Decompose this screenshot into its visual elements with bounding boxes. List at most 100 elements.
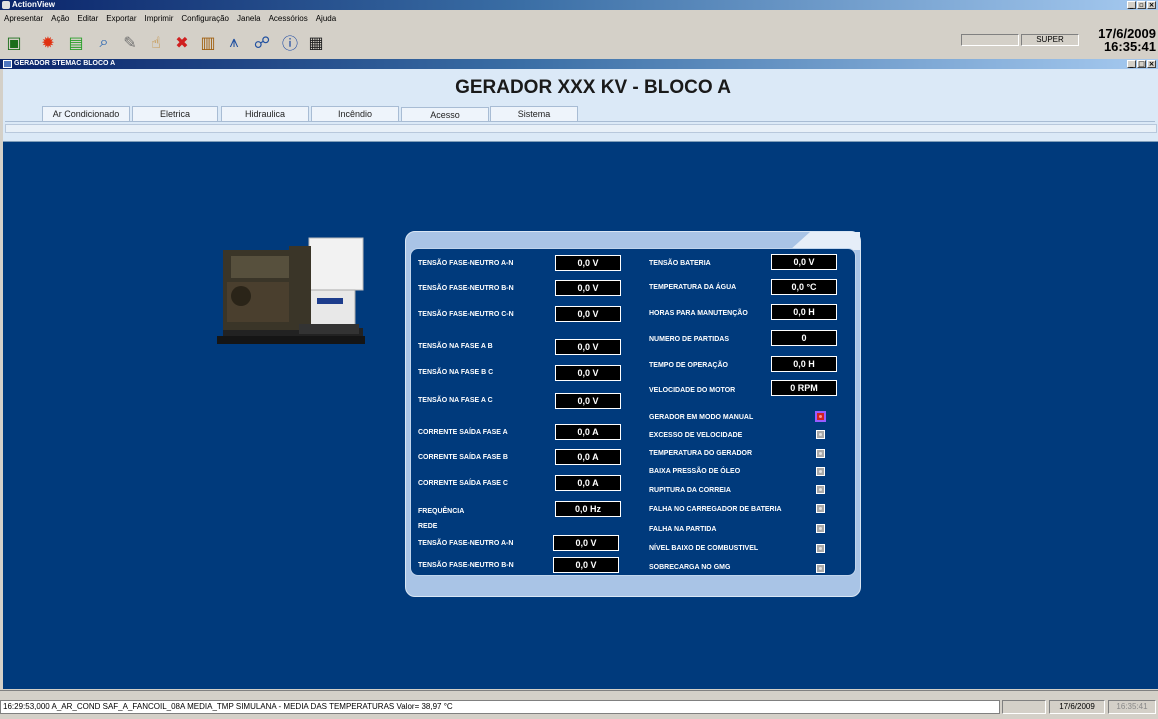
- minimize-icon[interactable]: _: [1127, 60, 1136, 68]
- alarm-indicator-pressao-oleo: [816, 467, 825, 476]
- page-header: GERADOR XXX KV - BLOCO A Ar Condicionado…: [3, 69, 1158, 141]
- user-field[interactable]: SUPER: [1021, 34, 1079, 46]
- label-tensao-bateria: TENSÃO BATERIA: [649, 260, 711, 267]
- tab-eletrica[interactable]: Eletrica: [132, 106, 218, 121]
- window-title: GERADOR STEMAC BLOCO A: [14, 60, 116, 67]
- label-tensao-fn-bn: TENSÃO FASE-NEUTRO B-N: [418, 285, 514, 292]
- maximize-icon[interactable]: □: [1137, 60, 1146, 68]
- tab-incendio[interactable]: Incêndio: [311, 106, 399, 121]
- value-corrente-b: 0,0 A: [555, 449, 621, 465]
- thumbs-up-icon[interactable]: ☝: [146, 32, 166, 52]
- app-title-bar: ActionView _ ▫ ×: [0, 0, 1158, 10]
- status-time: 16:35:41: [1108, 700, 1156, 714]
- sub-toolbar: [5, 124, 1157, 133]
- close-icon[interactable]: ×: [1147, 60, 1156, 68]
- alarm-label-correia: RUPITURA DA CORREIA: [649, 487, 731, 494]
- value-tensao-bc: 0,0 V: [555, 365, 621, 381]
- app-window-controls: _ ▫ ×: [1127, 1, 1156, 9]
- document-icon[interactable]: ▤: [66, 32, 86, 52]
- value-velocidade-motor: 0 RPM: [771, 380, 837, 396]
- value-horas-manutencao: 0,0 H: [771, 304, 837, 320]
- search-icon[interactable]: ⌕: [94, 32, 114, 52]
- tab-hidraulica[interactable]: Hidraulica: [221, 106, 309, 121]
- tools-icon[interactable]: ✎: [120, 32, 140, 52]
- tab-sistema[interactable]: Sistema: [490, 106, 578, 121]
- bar-chart-icon[interactable]: ▥: [198, 32, 218, 52]
- label-corrente-a: CORRENTE SAÍDA FASE A: [418, 429, 508, 436]
- value-corrente-c: 0,0 A: [555, 475, 621, 491]
- label-horas-manutencao: HORAS PARA MANUTENÇÃO: [649, 310, 748, 317]
- alarm-indicator-carregador-bateria: [816, 504, 825, 513]
- menu-bar: Apresentar Ação Editar Exportar Imprimir…: [0, 11, 1158, 25]
- menu-item-acessorios[interactable]: Acessórios: [269, 14, 308, 23]
- window-controls: _ □ ×: [1127, 60, 1156, 68]
- status-message: 16:29:53,000 A_AR_COND SAF_A_FANCOIL_08A…: [0, 700, 1000, 714]
- alarm-indicator-temperatura-gerador: [816, 449, 825, 458]
- menu-item-acao[interactable]: Ação: [51, 14, 69, 23]
- menu-item-imprimir[interactable]: Imprimir: [145, 14, 174, 23]
- value-tensao-fn-cn: 0,0 V: [555, 306, 621, 322]
- label-numero-partidas: NUMERO DE PARTIDAS: [649, 336, 729, 343]
- alarm-indicator-excesso-velocidade: [816, 430, 825, 439]
- label-frequencia: FREQUÊNCIA: [418, 508, 465, 515]
- label-tensao-ab: TENSÃO NA FASE A B: [418, 343, 493, 350]
- status-cell-blank: [1002, 700, 1046, 714]
- value-rede-fn-bn: 0,0 V: [553, 557, 619, 573]
- label-velocidade-motor: VELOCIDADE DO MOTOR: [649, 387, 736, 394]
- trend-chart-icon[interactable]: ⩚: [224, 32, 244, 52]
- label-rede-fn-an: TENSÃO FASE-NEUTRO A-N: [418, 540, 514, 547]
- alarm-indicator-correia: [816, 485, 825, 494]
- value-tensao-fn-bn: 0,0 V: [555, 280, 621, 296]
- label-corrente-c: CORRENTE SAÍDA FASE C: [418, 480, 508, 487]
- app-title: ActionView: [12, 0, 55, 9]
- label-tensao-bc: TENSÃO NA FASE B C: [418, 369, 494, 376]
- login-field[interactable]: [961, 34, 1019, 46]
- alarm-indicator-sobrecarga: [816, 564, 825, 573]
- menu-item-editar[interactable]: Editar: [77, 14, 98, 23]
- minimize-icon[interactable]: _: [1127, 1, 1136, 9]
- clock-time: 16:35:41: [1103, 39, 1156, 54]
- alarm-indicator-modo-manual: [815, 411, 826, 422]
- close-icon[interactable]: ×: [1147, 1, 1156, 9]
- menu-item-configuracao[interactable]: Configuração: [181, 14, 229, 23]
- menu-item-apresentar[interactable]: Apresentar: [4, 14, 43, 23]
- alarm-label-modo-manual: GERADOR EM MODO MANUAL: [649, 414, 754, 421]
- tab-ar-condicionado[interactable]: Ar Condicionado: [42, 106, 130, 121]
- alarm-label-falha-partida: FALHA NA PARTIDA: [649, 526, 717, 533]
- alarm-label-combustivel: NÍVEL BAIXO DE COMBUSTIVEL: [649, 545, 759, 552]
- restore-icon[interactable]: ▫: [1137, 1, 1146, 9]
- value-numero-partidas: 0: [771, 330, 837, 346]
- alarm-label-pressao-oleo: BAIXA PRESSÃO DE ÓLEO: [649, 468, 741, 475]
- alarm-label-excesso-velocidade: EXCESSO DE VELOCIDADE: [649, 432, 743, 439]
- cancel-icon[interactable]: ✖: [172, 32, 192, 52]
- label-tensao-fn-cn: TENSÃO FASE-NEUTRO C-N: [418, 311, 514, 318]
- network-icon[interactable]: ☍: [252, 32, 272, 52]
- alarm-light-icon[interactable]: ✹: [38, 32, 58, 52]
- label-corrente-b: CORRENTE SAÍDA FASE B: [418, 454, 508, 461]
- window-title-bar: GERADOR STEMAC BLOCO A _ □ ×: [0, 59, 1158, 69]
- value-corrente-a: 0,0 A: [555, 424, 621, 440]
- alarm-indicator-falha-partida: [816, 524, 825, 533]
- tab-acesso[interactable]: Acesso: [401, 107, 489, 122]
- label-rede-fn-bn: TENSÃO FASE-NEUTRO B-N: [418, 562, 514, 569]
- status-date: 17/6/2009: [1049, 700, 1105, 714]
- value-tensao-ab: 0,0 V: [555, 339, 621, 355]
- alarm-indicator-combustivel: [816, 544, 825, 553]
- monitor-icon[interactable]: ▣: [4, 32, 24, 52]
- label-temperatura-agua: TEMPERATURA DA ÁGUA: [649, 284, 737, 291]
- report-icon[interactable]: ▦: [306, 32, 326, 52]
- app-icon: [2, 1, 10, 9]
- menu-item-exportar[interactable]: Exportar: [106, 14, 136, 23]
- menu-item-ajuda[interactable]: Ajuda: [316, 14, 336, 23]
- generator-image: [217, 237, 365, 344]
- window-icon: [3, 60, 12, 68]
- bottom-separator: [0, 690, 1158, 699]
- alarm-label-carregador-bateria: FALHA NO CARREGADOR DE BATERIA: [649, 506, 782, 513]
- value-tempo-operacao: 0,0 H: [771, 356, 837, 372]
- menu-item-janela[interactable]: Janela: [237, 14, 261, 23]
- label-tempo-operacao: TEMPO DE OPERAÇÃO: [649, 362, 728, 369]
- info-icon[interactable]: ⓘ: [280, 32, 300, 53]
- label-tensao-ac: TENSÃO NA FASE A C: [418, 397, 493, 404]
- value-frequencia: 0,0 Hz: [555, 501, 621, 517]
- alarm-label-temperatura-gerador: TEMPERATURA DO GERADOR: [649, 450, 753, 457]
